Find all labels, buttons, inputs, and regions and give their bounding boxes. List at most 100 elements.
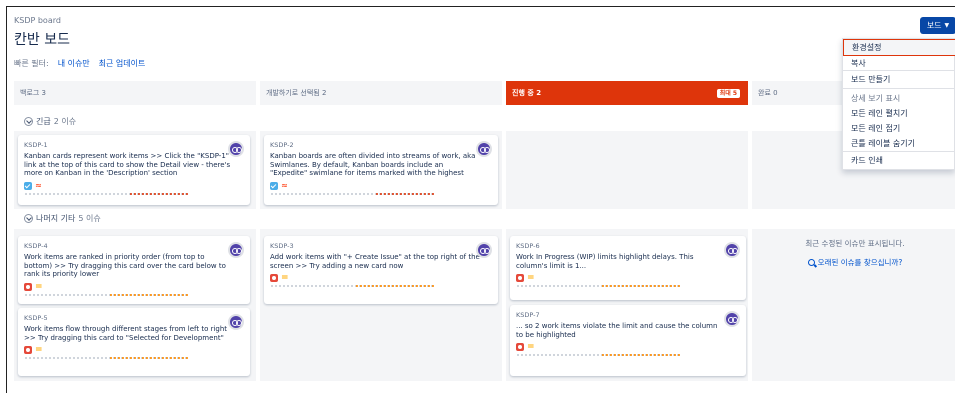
days-in-column-dots — [24, 293, 189, 296]
menu-divider — [843, 88, 955, 89]
wip-max-badge: 최대 5 — [716, 89, 740, 98]
swimlane-expedite[interactable]: 긴급 2 이슈 — [24, 116, 76, 127]
priority-medium-icon: = — [527, 273, 535, 283]
chevron-down-icon — [24, 117, 33, 126]
avatar — [724, 242, 740, 258]
priority-medium-icon: = — [35, 281, 43, 292]
menu-item-create-board[interactable]: 보드 만들기 — [851, 74, 890, 85]
card-meta: ≈ — [270, 180, 493, 190]
issue-summary: Work items flow through different stages… — [24, 325, 228, 342]
card-meta: = — [24, 281, 245, 292]
search-icon — [807, 259, 815, 266]
issue-key[interactable]: KSDP-1 — [24, 141, 245, 149]
issue-summary: Add work items with "+ Create Issue" at … — [270, 253, 480, 270]
priority-medium-icon: = — [35, 345, 43, 355]
menu-divider — [843, 70, 955, 71]
issue-card[interactable]: KSDP-3 Add work items with "+ Create Iss… — [264, 236, 498, 304]
avatar — [228, 141, 244, 157]
days-in-column-dots — [24, 357, 189, 359]
menu-item-copy[interactable]: 복사 — [851, 58, 866, 69]
done-info-text: 최근 수정된 이슈만 표시됩니다. — [805, 239, 905, 248]
quick-filters: 빠른 필터: 내 이슈만 최근 업데이트 — [14, 58, 145, 69]
swimlane-label: 긴급 — [36, 117, 51, 126]
issue-card[interactable]: KSDP-6 Work In Progress (WIP) limits hig… — [510, 236, 746, 300]
priority-medium-icon: = — [527, 342, 535, 352]
column-header-in-progress: 진행 중 2 최대 5 — [506, 81, 748, 105]
avatar — [476, 242, 492, 258]
priority-medium-icon: = — [281, 273, 289, 283]
card-meta: = — [516, 342, 741, 352]
menu-item-configure[interactable]: 환경설정 — [843, 39, 955, 56]
board-dropdown-menu: 환경설정 복사 보드 만들기 상세 보기 표시 모든 레인 펼치기 모든 레인 … — [842, 38, 955, 170]
column-header-label: 진행 중 2 — [512, 89, 542, 97]
bug-type-icon — [516, 274, 524, 282]
issue-key[interactable]: KSDP-7 — [516, 311, 741, 319]
column-headers: 백로그 3 개발하기로 선택됨 2 진행 중 2 최대 5 완료 0 — [14, 81, 955, 105]
filter-recently-updated[interactable]: 최근 업데이트 — [99, 58, 146, 69]
chevron-down-icon — [24, 214, 33, 223]
column-header-label: 백로그 3 — [20, 89, 46, 97]
avatar — [476, 141, 492, 157]
menu-item-hide-epic-labels[interactable]: 큰틀 레이블 숨기기 — [851, 138, 915, 149]
issue-card[interactable]: KSDP-1 Kanban cards represent work items… — [18, 135, 250, 205]
issue-summary: Work In Progress (WIP) limits highlight … — [516, 253, 694, 270]
days-in-column-dots — [270, 285, 435, 287]
filter-my-issues[interactable]: 내 이슈만 — [58, 58, 90, 69]
issue-key[interactable]: KSDP-5 — [24, 314, 245, 322]
days-in-column-dots — [24, 192, 189, 195]
card-meta: = — [24, 345, 245, 355]
quick-filters-label: 빠른 필터: — [14, 59, 49, 68]
bug-type-icon — [516, 343, 524, 351]
board-button-label: 보드 — [926, 21, 942, 30]
swimlane-label: 나머지 기타 — [36, 214, 76, 223]
menu-item-expand-lanes[interactable]: 모든 레인 펼치기 — [851, 108, 908, 119]
older-issues-link[interactable]: 오래된 이슈를 찾으십니까? — [755, 257, 955, 268]
breadcrumb[interactable]: KSDP board — [14, 16, 70, 25]
column-header-label: 개발하기로 선택됨 2 — [266, 89, 327, 97]
menu-divider — [843, 151, 955, 152]
board-menu-button[interactable]: 보드 ▼ — [920, 17, 955, 34]
task-type-icon — [270, 181, 278, 190]
avatar — [724, 311, 740, 327]
issue-card[interactable]: KSDP-4 Work items are ranked in priority… — [18, 236, 250, 304]
column-header-selected: 개발하기로 선택됨 2 — [260, 81, 502, 105]
issue-key[interactable]: KSDP-2 — [270, 141, 493, 149]
avatar — [228, 242, 244, 258]
issue-summary: ... so 2 work items violate the limit an… — [516, 322, 718, 339]
priority-highest-icon: ≈ — [35, 180, 42, 190]
issue-summary: Kanban cards represent work items >> Cli… — [24, 152, 231, 177]
column-header-backlog: 백로그 3 — [14, 81, 256, 105]
page-title: 칸반 보드 — [14, 32, 70, 48]
menu-item-print-cards[interactable]: 카드 인쇄 — [851, 155, 883, 166]
issue-summary: Work items are ranked in priority order … — [24, 253, 226, 278]
menu-section-detail-view: 상세 보기 표시 — [851, 94, 901, 103]
issue-card[interactable]: KSDP-2 Kanban boards are often divided i… — [264, 135, 498, 205]
swimlane-others[interactable]: 나머지 기타 5 이슈 — [24, 213, 101, 224]
issue-key[interactable]: KSDP-6 — [516, 242, 741, 250]
card-meta: = — [270, 273, 493, 283]
days-in-column-dots — [516, 354, 681, 356]
bug-type-icon — [24, 282, 32, 291]
column-header-label: 완료 0 — [758, 89, 778, 97]
task-type-icon — [24, 181, 32, 190]
board-header: KSDP board 칸반 보드 — [14, 16, 70, 49]
days-in-column-dots — [270, 192, 435, 195]
older-issues-label: 오래된 이슈를 찾으십니까? — [817, 258, 903, 267]
menu-item-collapse-lanes[interactable]: 모든 레인 접기 — [851, 123, 900, 134]
issue-key[interactable]: KSDP-4 — [24, 242, 245, 250]
lane-cell — [506, 131, 748, 209]
days-in-column-dots — [516, 285, 681, 287]
done-column-info: 최근 수정된 이슈만 표시됩니다. 오래된 이슈를 찾으십니까? — [755, 238, 955, 268]
issue-summary: Kanban boards are often divided into str… — [270, 152, 476, 177]
avatar — [228, 314, 244, 330]
swimlane-count: 5 이슈 — [78, 214, 101, 223]
issue-key[interactable]: KSDP-3 — [270, 242, 493, 250]
swimlane-count: 2 이슈 — [53, 117, 77, 126]
card-meta: = — [516, 273, 741, 283]
issue-card[interactable]: KSDP-7 ... so 2 work items violate the l… — [510, 305, 746, 376]
issue-card[interactable]: KSDP-5 Work items flow through different… — [18, 308, 250, 376]
chevron-down-icon: ▼ — [944, 22, 950, 29]
bug-type-icon — [270, 274, 278, 282]
bug-type-icon — [24, 346, 32, 354]
priority-highest-icon: ≈ — [281, 180, 288, 190]
